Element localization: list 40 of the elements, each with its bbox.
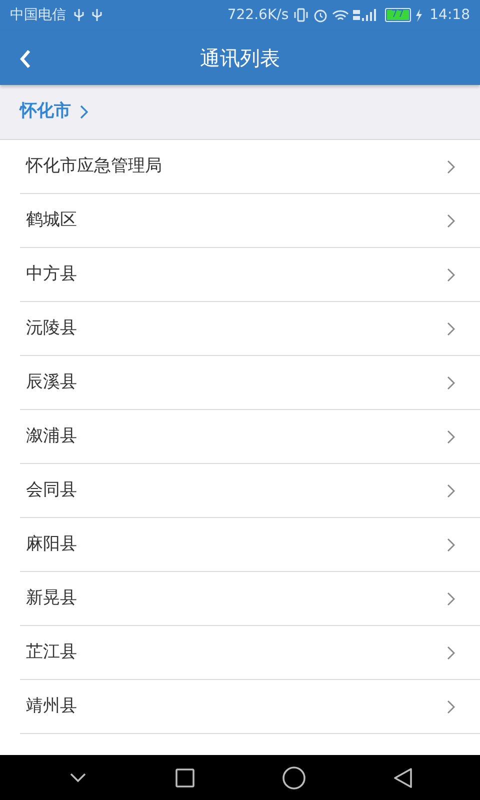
chevron-icon: [446, 374, 456, 390]
vibrate-icon: [292, 8, 309, 22]
list-item[interactable]: 辰溪县: [20, 356, 480, 410]
wifi-icon: [332, 8, 349, 22]
chevron-icon: [446, 320, 456, 336]
list-item[interactable]: 麻阳县: [20, 518, 480, 572]
chevron-icon: [446, 158, 456, 174]
chevron-down-icon[interactable]: [68, 772, 88, 784]
list-item[interactable]: 芷江县: [20, 626, 480, 680]
charging-icon: [414, 8, 422, 22]
chevron-icon: [79, 104, 89, 120]
list-item[interactable]: 怀化市应急管理局: [20, 140, 480, 194]
chevron-icon: [446, 482, 456, 498]
chevron-icon: [446, 644, 456, 660]
screen-title: 通讯列表: [200, 44, 280, 72]
back-icon[interactable]: [392, 766, 412, 788]
chevron-icon: [446, 590, 456, 606]
home-icon[interactable]: [282, 766, 306, 790]
chevron-icon: [446, 698, 456, 714]
list-item[interactable]: 中方县: [20, 248, 480, 302]
list-item[interactable]: 溆浦县: [20, 410, 480, 464]
list-item[interactable]: 靖州县: [20, 680, 480, 734]
battery-indicator: 77: [384, 8, 411, 22]
list-item[interactable]: 新晃县: [20, 572, 480, 626]
usb-icon: [92, 8, 102, 22]
recents-icon[interactable]: [174, 768, 194, 788]
list-item[interactable]: 会同县: [20, 464, 480, 518]
usb-icon: [74, 8, 84, 22]
chevron-icon: [446, 212, 456, 228]
back-icon: [18, 48, 32, 70]
clock-time: 14:18: [430, 6, 470, 24]
alarm-icon: [312, 8, 328, 22]
chevron-icon: [446, 266, 456, 282]
carrier-name: 中国电信: [10, 6, 66, 24]
chevron-icon: [446, 428, 456, 444]
chevron-icon: [446, 536, 456, 552]
signal-icon: [352, 8, 377, 22]
list-item[interactable]: 沅陵县: [20, 302, 480, 356]
list-item[interactable]: 鹤城区: [20, 194, 480, 248]
network-speed: 722.6K/s: [227, 6, 289, 24]
